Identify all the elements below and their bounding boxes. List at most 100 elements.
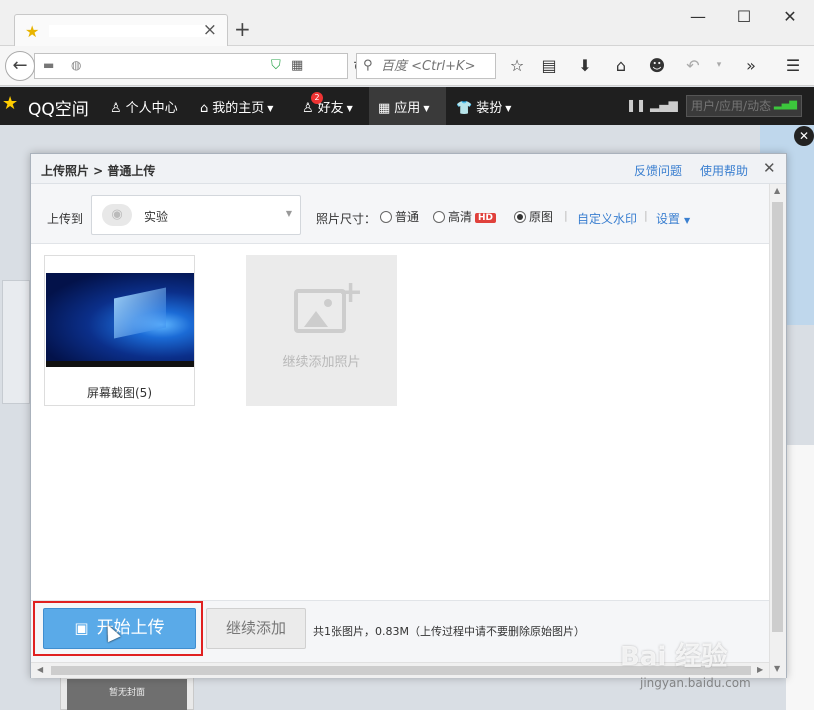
qq-top-bar: ★ QQ空间 ♙ 个人中心 ⌂ 我的主页 ▼ ♙ 好友 ▼ 2 ▦ 应用 ▼ 👕 装扮 ▼ ❚❚ … (0, 87, 814, 125)
scroll-up-icon[interactable]: ▲ (774, 186, 780, 195)
side-panel-edge (2, 280, 30, 404)
qq-zone-logo[interactable]: QQ空间 (28, 95, 89, 120)
qq-search-box[interactable]: ▂▄▆ (686, 95, 802, 117)
search-icon: ⚲ (363, 58, 373, 73)
signal-icon: ▂▄▆ (773, 99, 797, 110)
right-panel-edge (786, 445, 814, 710)
thumbnail-taskbar (46, 361, 194, 367)
smiley-icon[interactable]: ☻ (646, 56, 668, 75)
qq-nav-homepage[interactable]: ⌂ 我的主页 ▼ (200, 97, 273, 116)
undo-dropdown-icon[interactable]: ▾ (708, 60, 730, 70)
overflow-icon[interactable]: » (740, 56, 762, 75)
size-option-normal[interactable]: 普通 (380, 208, 419, 225)
photo-size-label: 照片尺寸： (316, 212, 377, 226)
scroll-down-icon[interactable]: ▼ (774, 664, 780, 673)
watermark-url: jingyan.baidu.com (640, 676, 751, 690)
size-option-original[interactable]: 原图 (514, 208, 553, 225)
divider: | (564, 209, 568, 222)
globe-icon: ◍ (71, 58, 82, 72)
shield-icon[interactable]: ⛉ (271, 58, 281, 73)
reading-list-icon[interactable]: ▤ (538, 56, 560, 75)
album-name: 实验 (144, 210, 169, 224)
album-visibility-icon: ◉ (102, 204, 132, 226)
help-link[interactable]: 使用帮助 (700, 162, 748, 179)
chevron-down-icon: ▼ (285, 209, 292, 218)
window-close-icon[interactable]: ✕ (780, 7, 800, 27)
settings-link[interactable]: 设置 ▼ (656, 210, 690, 227)
dialog-close-icon[interactable]: ✕ (763, 159, 776, 177)
upload-options-bar: 上传到 ◉ 实验 ▼ 照片尺寸： 普通 高清 HD 原图 | 自定义水印 | 设置… (31, 184, 769, 244)
album-cover-placeholder: 暂无封面 (67, 679, 187, 710)
windows-logo-light (114, 287, 166, 339)
vertical-scrollbar[interactable]: ▲ ▼ (769, 184, 786, 678)
scroll-thumb[interactable] (772, 202, 783, 632)
signal-bars-icon[interactable]: ▂▄▆ (650, 98, 678, 112)
home-icon: ⌂ (200, 101, 209, 116)
size-option-hd[interactable]: 高清 HD (433, 208, 497, 225)
chevron-down-icon: ▼ (423, 104, 430, 113)
custom-watermark-link[interactable]: 自定义水印 (577, 210, 637, 227)
back-button[interactable]: ← (5, 51, 35, 81)
undo-icon[interactable]: ↶ (682, 56, 704, 75)
qq-nav-dressup[interactable]: 👕 装扮 ▼ (456, 97, 511, 116)
chevron-down-icon: ▼ (267, 104, 274, 113)
upload-dialog: 上传照片 > 普通上传 反馈问题 使用帮助 ✕ 上传到 ◉ 实验 ▼ 照片尺寸：… (30, 153, 787, 678)
qq-star-logo-icon: ★ (2, 93, 19, 114)
album-select[interactable]: ◉ 实验 ▼ (91, 195, 301, 235)
add-more-photos-label: 继续添加照片 (282, 355, 361, 370)
qq-nav-profile[interactable]: ♙ 个人中心 (110, 97, 178, 116)
add-more-photos-tile[interactable]: + 继续添加照片 (246, 255, 397, 406)
chevron-down-icon: ▼ (346, 104, 353, 113)
minimize-icon[interactable]: — (688, 7, 708, 27)
qq-nav-apps[interactable]: ▦ 应用 ▼ (378, 97, 429, 116)
search-box[interactable]: ⚲ (356, 53, 496, 79)
continue-add-button[interactable]: 继续添加 (206, 608, 306, 649)
scroll-right-icon[interactable]: ▶ (757, 665, 763, 674)
new-tab-icon[interactable]: + (234, 17, 251, 41)
browser-tab[interactable]: ★ × (14, 14, 228, 46)
person-icon: ♙ (110, 101, 122, 116)
tab-title (49, 25, 209, 37)
radio-selected-icon (514, 211, 526, 223)
upload-summary: 共1张图片，0.83M（上传过程中请不要删除原始图片） (313, 625, 585, 638)
photo-caption: 屏幕截图(5) (87, 386, 152, 400)
scroll-left-icon[interactable]: ◀ (37, 665, 43, 674)
upload-image-icon: ▣ (74, 619, 89, 637)
radio-icon (433, 211, 445, 223)
pause-icon[interactable]: ❚❚ (626, 98, 646, 112)
upload-to-label: 上传到 (47, 212, 84, 226)
baidu-watermark: Bai 经验 (620, 642, 728, 672)
hd-badge: HD (475, 213, 497, 223)
bookmark-star-icon[interactable]: ☆ (506, 56, 528, 75)
banner-close-icon[interactable]: ✕ (794, 126, 814, 146)
friends-icon: ♙ (302, 101, 314, 116)
feedback-link[interactable]: 反馈问题 (634, 162, 682, 179)
maximize-icon[interactable]: ☐ (734, 7, 754, 27)
chevron-down-icon: ▼ (505, 104, 512, 113)
start-upload-button[interactable]: ▣ 开始上传 (43, 608, 196, 649)
radio-icon (380, 211, 392, 223)
search-input[interactable] (381, 57, 491, 75)
dialog-breadcrumb: 上传照片 > 普通上传 (41, 164, 156, 178)
add-image-icon: + (294, 275, 363, 333)
tshirt-icon: 👕 (456, 101, 473, 116)
download-icon[interactable]: ⬇ (574, 56, 596, 75)
tab-close-icon[interactable]: × (203, 20, 217, 40)
apps-grid-icon: ▦ (378, 101, 391, 116)
friends-notification-badge: 2 (311, 92, 323, 104)
url-bar[interactable]: ▬ ◍ ⛉ ▦ ↻ (34, 53, 366, 79)
browser-tab-bar: ★ × + — ☐ ✕ (0, 0, 814, 46)
dialog-header: 上传照片 > 普通上传 反馈问题 使用帮助 ✕ (31, 154, 786, 184)
star-favicon-icon: ★ (25, 22, 40, 41)
page-icon: ▬ (43, 58, 55, 72)
divider: | (644, 209, 648, 222)
photo-thumbnail (46, 273, 194, 367)
photo-item[interactable]: 屏幕截图(5) (44, 255, 195, 406)
chevron-down-icon: ▼ (684, 216, 691, 225)
home-icon[interactable]: ⌂ (610, 56, 632, 75)
qq-search-input[interactable] (691, 98, 783, 114)
menu-icon[interactable]: ☰ (782, 56, 804, 75)
qr-code-icon[interactable]: ▦ (291, 58, 303, 73)
browser-nav-bar: ▬ ◍ ⛉ ▦ ↻ ← ⚲ ☆ ▤ ⬇ ⌂ ☻ ↶ ▾ » ☰ (0, 46, 814, 86)
qq-nav-friends[interactable]: ♙ 好友 ▼ (302, 97, 353, 116)
